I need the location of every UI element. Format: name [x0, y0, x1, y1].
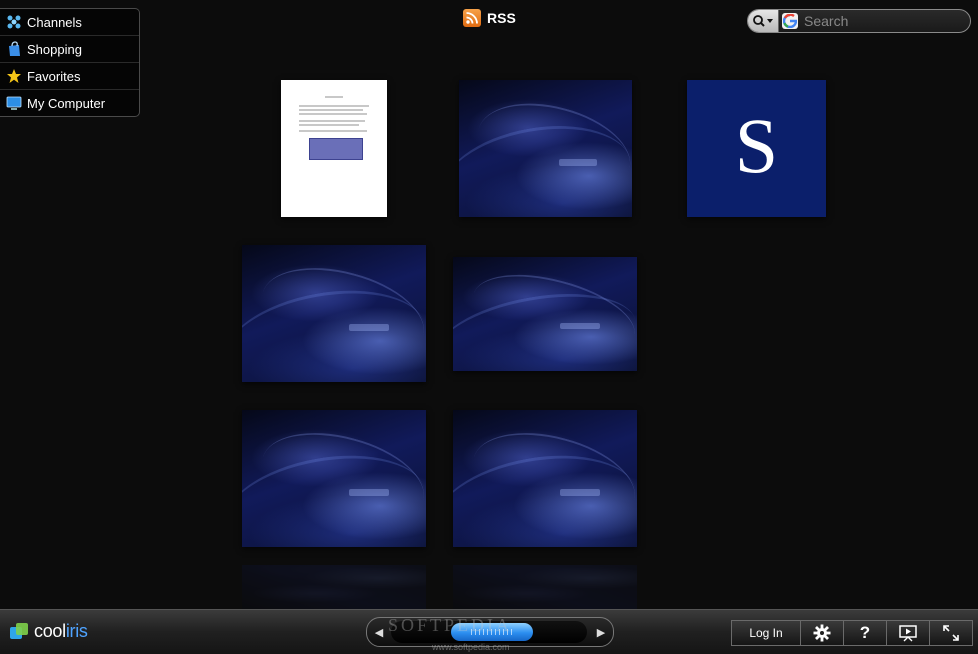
- thumbnail-wallpaper[interactable]: [242, 410, 426, 547]
- fullscreen-button[interactable]: [929, 620, 973, 646]
- fullscreen-icon: [943, 625, 959, 641]
- sidebar-item-favorites[interactable]: Favorites: [0, 63, 139, 90]
- sidebar-item-label: My Computer: [27, 95, 106, 111]
- feed-label: RSS: [487, 10, 516, 26]
- chevron-right-icon: ▶: [596, 626, 606, 639]
- thumbnail-wallpaper[interactable]: [242, 245, 426, 382]
- sidebar-item-label: Channels: [27, 14, 82, 30]
- scroll-left-button[interactable]: ◀: [367, 618, 391, 646]
- slideshow-icon: [899, 625, 917, 642]
- search-input[interactable]: [802, 12, 966, 30]
- thumbnail-reflection: [453, 565, 637, 609]
- help-button[interactable]: ?: [843, 620, 887, 646]
- sidebar-menu: Channels Shopping Favorites My Computer: [0, 8, 140, 117]
- sidebar-item-shopping[interactable]: Shopping: [0, 36, 139, 63]
- settings-button[interactable]: [800, 620, 844, 646]
- google-icon: [782, 13, 798, 29]
- sidebar-item-label: Favorites: [27, 68, 81, 84]
- login-button[interactable]: Log In: [731, 620, 801, 646]
- gear-icon: [813, 624, 831, 642]
- thumbnail-document[interactable]: [281, 80, 387, 217]
- thumbnail-logo[interactable]: S: [687, 80, 826, 217]
- feed-title[interactable]: RSS: [463, 9, 516, 27]
- cooliris-logo-icon: [10, 622, 28, 641]
- shopping-bag-icon: [6, 41, 22, 57]
- search-box: [747, 9, 971, 33]
- chevron-left-icon: ◀: [374, 626, 384, 639]
- logo-letter: S: [734, 101, 779, 189]
- thumbnail-wallpaper[interactable]: [453, 410, 637, 547]
- scroll-right-button[interactable]: ▶: [589, 618, 613, 646]
- watermark-url: www.softpedia.com: [432, 642, 510, 652]
- thumbnail-wallpaper[interactable]: [453, 257, 637, 371]
- star-icon: [6, 68, 22, 84]
- search-icon: [753, 15, 773, 27]
- help-icon: ?: [859, 623, 871, 642]
- thumbnail-wallpaper[interactable]: [459, 80, 632, 217]
- sidebar-item-label: Shopping: [27, 41, 82, 57]
- monitor-icon: [6, 95, 22, 111]
- scroll-track[interactable]: [391, 621, 587, 643]
- channels-icon: [6, 14, 22, 30]
- scroll-thumb[interactable]: [451, 623, 533, 641]
- sidebar-item-channels[interactable]: Channels: [0, 9, 139, 36]
- login-label: Log In: [749, 626, 783, 640]
- rss-icon: [463, 9, 481, 27]
- sidebar-item-my-computer[interactable]: My Computer: [0, 90, 139, 116]
- search-provider-dropdown[interactable]: [748, 10, 779, 32]
- brand-name: cooliris: [34, 621, 88, 641]
- slideshow-button[interactable]: [886, 620, 930, 646]
- thumbnail-reflection: [242, 565, 426, 609]
- brand-logo[interactable]: cooliris: [10, 621, 88, 642]
